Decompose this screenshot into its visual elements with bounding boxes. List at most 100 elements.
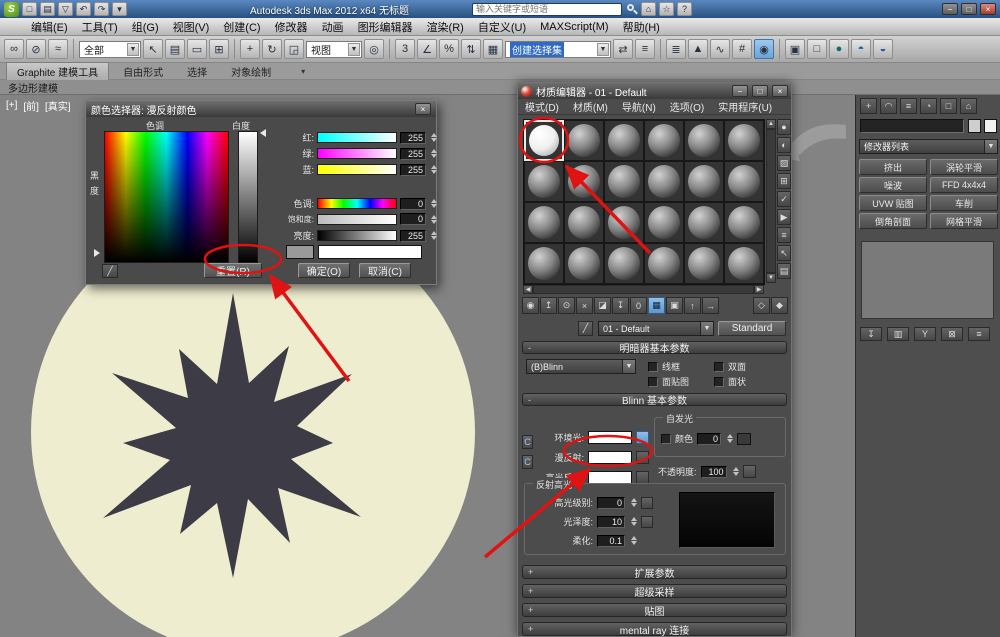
viewport-menu-shading[interactable]: [真实] (45, 98, 71, 113)
reset-button[interactable]: 重置(R) (204, 263, 262, 278)
cancel-button[interactable]: 取消(C) (359, 263, 411, 278)
opacity-value[interactable]: 100 (700, 465, 727, 478)
slots-horizontal-scrollbar[interactable] (533, 285, 754, 294)
slots-scroll-left-icon[interactable]: ◀ (523, 285, 533, 294)
material-editor-minimize-button[interactable]: − (732, 85, 748, 97)
search-icon[interactable] (625, 3, 638, 16)
slots-vertical-scrollbar[interactable] (766, 129, 776, 273)
face-map-checkbox[interactable] (648, 376, 658, 387)
schematic-view-icon[interactable]: # (732, 39, 752, 59)
self-illum-spinner[interactable] (727, 434, 734, 443)
opacity-spinner[interactable] (732, 467, 739, 476)
layer-manager-icon[interactable]: ≣ (666, 39, 686, 59)
material-editor-title-bar[interactable]: 材质编辑器 - 01 - Default − □ × (518, 83, 791, 99)
material-name-dropdown[interactable]: 01 - Default ▼ (598, 321, 714, 336)
me-menu-options[interactable]: 选项(O) (663, 98, 711, 115)
faceted-checkbox[interactable] (714, 376, 724, 387)
undo-icon[interactable]: ↶ (76, 2, 91, 16)
blue-spinner[interactable] (431, 165, 437, 174)
menu-views[interactable]: 视图(V) (166, 17, 217, 37)
rectangular-selection-region-icon[interactable]: ▭ (187, 39, 207, 59)
show-shaded-material-in-viewport-icon[interactable]: ▦ (648, 297, 665, 314)
modifier-button-ffd4x4x4[interactable]: FFD 4x4x4 (930, 177, 998, 193)
blinn-basic-params-rollout[interactable]: - Blinn 基本参数 (522, 393, 787, 407)
me-menu-navigation[interactable]: 导航(N) (615, 98, 663, 115)
shader-basic-params-rollout[interactable]: - 明暗器基本参数 (522, 341, 787, 355)
go-forward-to-sibling-icon[interactable]: → (702, 297, 719, 314)
show-end-result-icon[interactable]: ▥ (887, 327, 909, 341)
rendered-frame-window-icon[interactable]: □ (807, 39, 827, 59)
modifier-button-uvw-map[interactable]: UVW 贴图 (859, 195, 927, 211)
hue-value[interactable]: 0 (400, 197, 426, 210)
menu-maxscript[interactable]: MAXScript(M) (533, 19, 615, 35)
ribbon-tab-graphite[interactable]: Graphite 建模工具 (6, 62, 110, 80)
material-editor-icon[interactable]: ◉ (754, 39, 774, 59)
layer-color-swatch[interactable] (984, 119, 997, 133)
modifier-stack-list[interactable] (861, 241, 994, 319)
select-and-scale-icon[interactable]: ◲ (284, 39, 304, 59)
show-end-result-icon[interactable]: ▣ (666, 297, 683, 314)
material-slot[interactable] (644, 161, 684, 202)
material-map-navigator-icon[interactable]: ▤ (777, 263, 791, 279)
value-spinner[interactable] (431, 231, 437, 240)
menu-graph-editors[interactable]: 图形编辑器 (351, 17, 420, 37)
glossiness-map-button[interactable] (641, 515, 653, 528)
render-iterative-icon[interactable]: ◓ (851, 39, 871, 59)
value-value[interactable]: 255 (400, 229, 426, 242)
opacity-map-button[interactable] (742, 465, 756, 478)
minimize-button[interactable]: − (942, 3, 958, 15)
lock-ambient-diffuse-icon[interactable]: C (522, 435, 533, 449)
material-id-channel-icon[interactable]: 0 (630, 297, 647, 314)
bind-to-space-warp-icon[interactable]: ≈ (48, 39, 68, 59)
utilities-tab-icon[interactable]: ⌂ (960, 98, 977, 114)
ribbon-collapse-icon[interactable]: ▾ (301, 67, 305, 76)
object-color-swatch[interactable] (968, 119, 981, 133)
specular-level-map-button[interactable] (641, 496, 653, 509)
modifier-button-turbosmooth[interactable]: 涡轮平滑 (930, 159, 998, 175)
material-slot[interactable] (604, 243, 644, 284)
maximize-button[interactable]: □ (961, 3, 977, 15)
whiteness-marker-icon[interactable] (260, 129, 266, 137)
menu-tools[interactable]: 工具(T) (75, 17, 125, 37)
me-menu-modes[interactable]: 模式(D) (518, 98, 566, 115)
slots-scroll-right-icon[interactable]: ▶ (754, 285, 764, 294)
backlight-icon[interactable]: ◐ (777, 137, 791, 153)
community-icon[interactable]: ⌂ (640, 2, 656, 16)
slots-scroll-up-icon[interactable]: ▲ (766, 119, 776, 129)
color-dropper-icon[interactable]: ╱ (102, 264, 118, 278)
material-slot[interactable] (524, 202, 564, 243)
blackness-marker-icon[interactable] (94, 249, 100, 257)
viewport-menu-view[interactable]: [前] (23, 98, 39, 113)
menu-modifiers[interactable]: 修改器 (268, 17, 315, 37)
pick-material-from-object-icon[interactable]: ╱ (578, 321, 593, 336)
make-unique-icon[interactable]: Y (914, 327, 936, 341)
blue-slider[interactable] (317, 164, 397, 175)
motion-tab-icon[interactable]: ◔ (920, 98, 937, 114)
material-slot[interactable] (644, 243, 684, 284)
blue-value[interactable]: 255 (400, 163, 426, 176)
saturation-slider[interactable] (317, 213, 397, 225)
reference-coordinate-arrow-icon[interactable]: ▼ (348, 42, 360, 56)
ribbon-panel-poly-modeling[interactable]: 多边形建模 (8, 80, 58, 95)
sample-type-sphere-icon[interactable]: ● (777, 119, 791, 135)
align-icon[interactable]: ≡ (635, 39, 655, 59)
hue-saturation-square[interactable] (104, 131, 229, 263)
select-object-icon[interactable]: ↖ (143, 39, 163, 59)
material-slot[interactable] (644, 202, 684, 243)
self-illum-map-button[interactable] (737, 432, 752, 445)
pin-stack-icon[interactable]: ↧ (860, 327, 882, 341)
mental-ray-connection-rollout[interactable]: + mental ray 连接 (522, 622, 787, 637)
viewport-menu-plus[interactable]: [+] (6, 100, 17, 111)
render-production-icon[interactable]: ● (829, 39, 849, 59)
select-and-move-icon[interactable]: + (240, 39, 260, 59)
red-value[interactable]: 255 (400, 131, 426, 144)
material-slot-active[interactable] (524, 120, 564, 161)
material-slot[interactable] (524, 161, 564, 202)
material-slot[interactable] (604, 161, 644, 202)
material-slot[interactable] (724, 120, 764, 161)
open-file-icon[interactable]: ▤ (40, 2, 55, 16)
reference-coordinate-dropdown[interactable]: 视图 ▼ (306, 40, 362, 58)
render-setup-icon[interactable]: ▣ (785, 39, 805, 59)
glossiness-spinner[interactable] (631, 517, 637, 526)
curve-editor-icon[interactable]: ∿ (710, 39, 730, 59)
